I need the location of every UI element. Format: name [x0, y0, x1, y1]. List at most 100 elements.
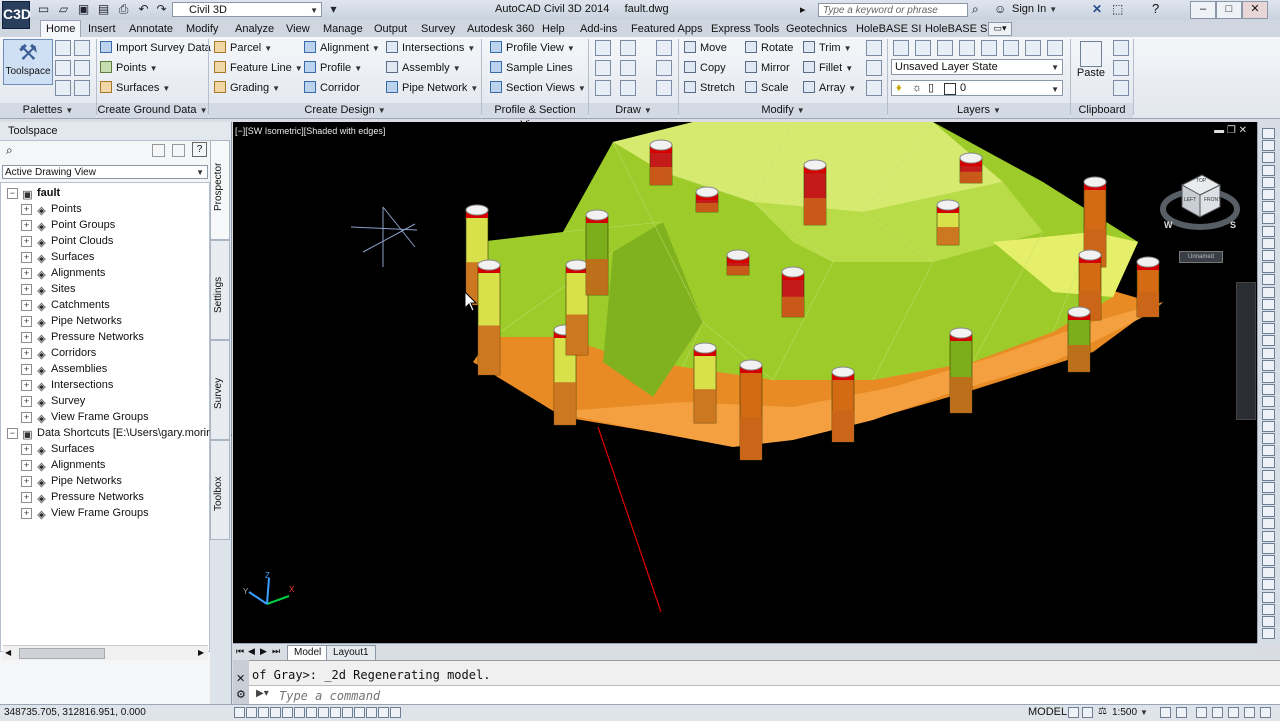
- tab-survey[interactable]: Survey: [210, 340, 230, 440]
- horizontal-scrollbar[interactable]: ◀ ▶: [3, 645, 208, 660]
- annotation-visibility-icon[interactable]: [1160, 707, 1171, 718]
- tool-icon[interactable]: [1262, 237, 1275, 249]
- expand-toggle-icon[interactable]: +: [21, 492, 32, 503]
- points-button[interactable]: Points ▼: [100, 60, 158, 77]
- search-icon[interactable]: ⌕: [972, 2, 979, 17]
- customize-qat-icon[interactable]: ▾: [326, 2, 341, 17]
- selection-cycling-icon[interactable]: [390, 707, 401, 718]
- borehole[interactable]: [739, 359, 763, 461]
- tool-icon[interactable]: [1262, 311, 1275, 322]
- layer-thaw-icon[interactable]: [1047, 40, 1063, 56]
- tree-item[interactable]: + ◈ Sites: [21, 281, 75, 297]
- expand-toggle-icon[interactable]: +: [21, 476, 32, 487]
- 3d-object-snap-icon[interactable]: [306, 707, 317, 718]
- rotate-button[interactable]: Rotate: [745, 40, 793, 56]
- tool-icon[interactable]: [1262, 189, 1275, 200]
- tab-help[interactable]: Help: [542, 21, 565, 37]
- tab-toolbox[interactable]: Toolbox: [210, 440, 230, 540]
- toolspace-title-bar[interactable]: Toolspace: [0, 122, 231, 141]
- expand-toggle-icon[interactable]: +: [21, 316, 32, 327]
- layer-off-icon[interactable]: [937, 40, 953, 56]
- tab-manage[interactable]: Manage: [323, 21, 363, 37]
- tab-add-ins[interactable]: Add-ins: [580, 21, 617, 37]
- tab-settings[interactable]: Settings: [210, 240, 230, 340]
- expand-toggle-icon[interactable]: +: [21, 444, 32, 455]
- tab-layout1[interactable]: Layout1: [326, 645, 376, 661]
- borehole[interactable]: [1136, 256, 1160, 318]
- close-command-icon[interactable]: ✕: [236, 672, 245, 685]
- tool-icon[interactable]: [1262, 335, 1275, 347]
- layer-properties-icon[interactable]: [55, 80, 71, 96]
- exchange-apps-icon[interactable]: ✕: [1092, 2, 1102, 16]
- search-icon[interactable]: ⌕: [6, 143, 13, 158]
- expand-toggle-icon[interactable]: −: [7, 428, 18, 439]
- tool-icon[interactable]: [1262, 250, 1275, 261]
- tool-icon[interactable]: [1262, 384, 1275, 396]
- toolspace-button[interactable]: ⚒ Toolspace: [3, 39, 53, 85]
- dynamic-input-icon[interactable]: [342, 707, 353, 718]
- borehole[interactable]: [781, 266, 805, 318]
- borehole[interactable]: [649, 139, 673, 186]
- move-button[interactable]: Move: [684, 40, 727, 56]
- viewport-close-icon[interactable]: ✕: [1239, 125, 1247, 136]
- lineweight-icon[interactable]: [354, 707, 365, 718]
- tool-icon[interactable]: [1262, 518, 1275, 530]
- tool-icon[interactable]: [1262, 347, 1275, 359]
- expand-toggle-icon[interactable]: +: [21, 396, 32, 407]
- sign-in-button[interactable]: Sign In ▼: [1012, 3, 1057, 15]
- tab-annotate[interactable]: Annotate: [129, 21, 173, 37]
- community-icon[interactable]: ⬚: [1112, 2, 1123, 16]
- expand-toggle-icon[interactable]: +: [21, 508, 32, 519]
- viewport-restore-icon[interactable]: ❐: [1227, 125, 1236, 136]
- redo-icon[interactable]: ↷: [154, 2, 169, 17]
- command-line-grip[interactable]: ✕ ⚙: [233, 660, 249, 704]
- tree-root-item[interactable]: − ▣ Data Shortcuts [E:\Users\gary.morin\D.…: [7, 425, 232, 441]
- workspace-switch-icon[interactable]: [1196, 707, 1207, 718]
- viewcube[interactable]: TOP LEFT FRONT W S: [1160, 167, 1240, 237]
- expand-toggle-icon[interactable]: +: [21, 460, 32, 471]
- tool-icon[interactable]: [1262, 176, 1275, 188]
- corridor-button[interactable]: Corridor: [304, 80, 360, 96]
- tab-model[interactable]: Model: [287, 645, 329, 661]
- panel-title-layers[interactable]: Layers ▼: [888, 103, 1070, 118]
- scrollbar-thumb[interactable]: [19, 648, 105, 659]
- copy-clip-icon[interactable]: [1113, 60, 1129, 76]
- expand-toggle-icon[interactable]: +: [21, 220, 32, 231]
- toggle-view-icon[interactable]: [172, 144, 185, 157]
- dynamic-ucs-icon[interactable]: [330, 707, 341, 718]
- print-icon[interactable]: ⎙: [116, 2, 131, 17]
- array-button[interactable]: Array ▼: [803, 80, 856, 97]
- tab-analyze[interactable]: Analyze: [235, 21, 274, 37]
- tab-view[interactable]: View: [286, 21, 310, 37]
- layer-freeze-icon[interactable]: [915, 40, 931, 56]
- view-dropdown[interactable]: Active Drawing View ▼: [2, 165, 208, 179]
- lock-ui-icon[interactable]: [1212, 707, 1223, 718]
- profile-button[interactable]: Profile ▼: [304, 60, 362, 77]
- tool-icon[interactable]: [1262, 262, 1275, 274]
- section-views-button[interactable]: Section Views ▼: [490, 80, 586, 97]
- tool-icon[interactable]: [1262, 408, 1275, 420]
- toolbox-icon[interactable]: [74, 60, 90, 76]
- assembly-button[interactable]: Assembly ▼: [386, 60, 461, 77]
- expand-toggle-icon[interactable]: +: [21, 364, 32, 375]
- borehole[interactable]: [477, 259, 501, 376]
- viewport-minimize-icon[interactable]: ▬: [1214, 125, 1224, 136]
- tool-icon[interactable]: [1262, 457, 1275, 469]
- tab-prospector[interactable]: Prospector: [210, 140, 230, 240]
- snap-mode-icon[interactable]: [246, 707, 257, 718]
- minimize-button[interactable]: –: [1190, 1, 1216, 19]
- panel-title-create-design[interactable]: Create Design ▼: [209, 103, 481, 118]
- expand-toggle-icon[interactable]: +: [21, 236, 32, 247]
- profile-view-button[interactable]: Profile View ▼: [490, 40, 575, 57]
- expand-toggle-icon[interactable]: +: [21, 300, 32, 311]
- tab-geotechnics[interactable]: Geotechnics: [786, 21, 847, 37]
- search-input[interactable]: Type a keyword or phrase: [818, 3, 968, 17]
- tree-item[interactable]: + ◈ Points: [21, 201, 82, 217]
- tab-holebase-si-2[interactable]: HoleBASE SI: [925, 21, 990, 37]
- tool-icon[interactable]: [1262, 213, 1275, 225]
- open-folder-icon[interactable]: ▱: [56, 2, 71, 17]
- expand-toggle-icon[interactable]: +: [21, 204, 32, 215]
- expand-toggle-icon[interactable]: +: [21, 380, 32, 391]
- tool-icon[interactable]: [1262, 469, 1275, 481]
- copy-button[interactable]: Copy: [684, 60, 726, 76]
